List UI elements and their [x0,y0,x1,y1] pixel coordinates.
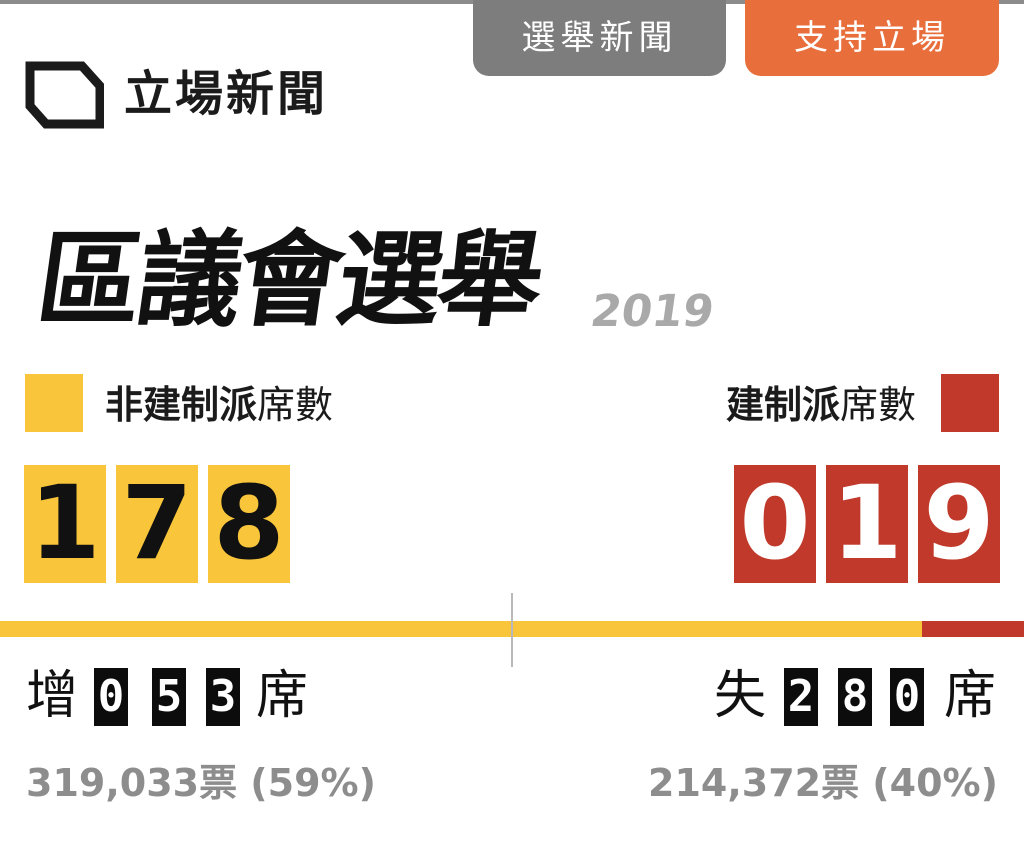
change-unit: 席 [944,666,997,726]
change-digit: 3 [206,668,240,726]
seat-share-bar-pro-democracy [0,621,922,637]
label-rest: 席數 [257,383,334,427]
brand-name: 立場新聞 [124,66,329,122]
seat-digit: 1 [24,465,106,583]
tab-support[interactable]: 支持立場 [745,0,999,76]
change-digit: 0 [94,668,128,726]
title-year: 2019 [587,286,718,337]
change-digit: 8 [838,668,872,726]
seat-digit: 0 [734,465,816,583]
label-bold: 非建制派 [105,383,258,427]
label-rest: 席數 [839,383,916,427]
page-title: 區議會選舉 [29,219,548,341]
pro-democracy-votes: 319,033票 (59%) [26,761,376,805]
seat-digit: 9 [918,465,1000,583]
tab-election-news[interactable]: 選舉新聞 [473,0,726,76]
change-word: 增 [26,666,79,726]
hexagon-outline-logo-icon [25,61,104,129]
change-digit: 0 [890,668,924,726]
pro-establishment-label: 建制派席數 [726,380,916,430]
majority-marker [511,593,513,667]
seat-digit: 8 [208,465,290,583]
seat-digit: 7 [116,465,198,583]
label-bold: 建制派 [725,383,840,427]
seat-digit: 1 [826,465,908,583]
change-digit: 5 [152,668,186,726]
change-digit: 2 [784,668,818,726]
change-word: 失 [714,666,767,726]
pro-democracy-swatch [25,374,83,432]
pro-democracy-label: 非建制派席數 [105,380,333,430]
change-unit: 席 [256,666,309,726]
seat-share-bar-pro-establishment [922,621,1024,637]
pro-establishment-swatch [941,374,999,432]
pro-establishment-votes: 214,372票 (40%) [648,761,998,805]
